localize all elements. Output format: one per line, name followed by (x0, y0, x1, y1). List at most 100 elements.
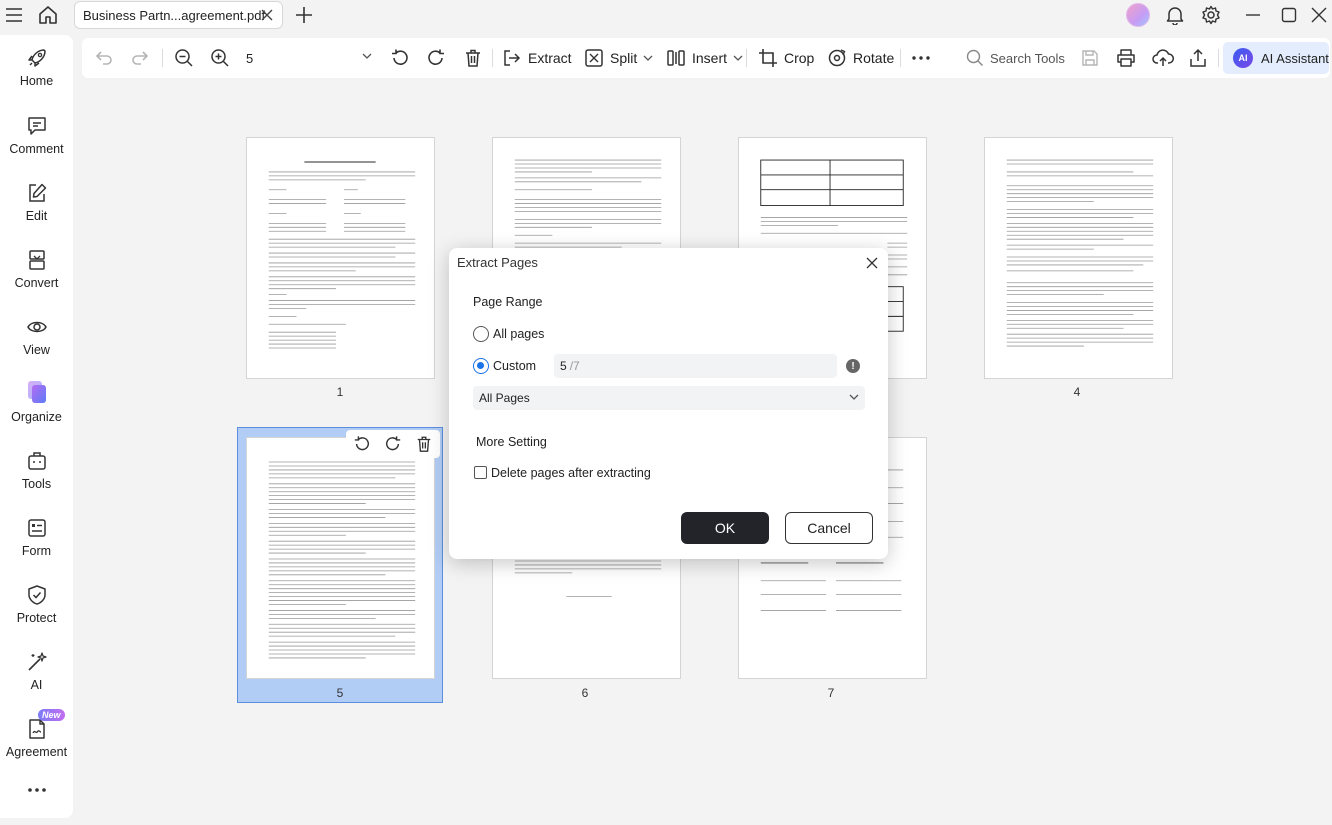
sidebar-item-convert[interactable]: Convert (0, 249, 73, 290)
page-number-label: 7 (827, 686, 835, 700)
edit-icon (28, 183, 46, 202)
zoom-in-icon (211, 49, 229, 67)
cloud-upload-button[interactable] (1152, 38, 1174, 78)
rotate-icon (828, 49, 846, 67)
rotate-right-icon (428, 49, 444, 65)
close-window-icon[interactable] (1307, 3, 1331, 27)
page-rotate-right-button[interactable] (384, 435, 402, 453)
page-range-heading: Page Range (473, 295, 543, 309)
sidebar-item-label: Tools (21, 477, 52, 491)
home-icon[interactable] (36, 3, 60, 27)
sidebar-item-protect[interactable]: Protect (0, 584, 73, 625)
page-actions-toolbar (346, 430, 440, 458)
undo-button[interactable] (94, 38, 114, 78)
ai-logo-icon: AI (1233, 48, 1253, 68)
notification-bell-icon[interactable] (1163, 3, 1187, 27)
sidebar-item-view[interactable]: View (0, 316, 73, 357)
crop-button[interactable]: Crop (758, 38, 814, 78)
document-tab-title: Business Partn...agreement.pdf (83, 7, 266, 23)
toolbar-divider (746, 49, 747, 67)
chevron-down-icon (643, 55, 653, 61)
document-tab[interactable]: Business Partn...agreement.pdf (74, 1, 283, 29)
all-pages-radio[interactable] (473, 326, 489, 342)
sidebar-item-edit[interactable]: Edit (0, 182, 73, 223)
insert-button[interactable]: Insert (666, 38, 743, 78)
extract-button[interactable]: Extract (502, 38, 572, 78)
view-icon (26, 321, 47, 333)
save-button[interactable] (1080, 38, 1100, 78)
crop-icon (759, 49, 777, 67)
sidebar-item-comment[interactable]: Comment (0, 115, 73, 156)
sidebar-item-label: Comment (9, 142, 64, 156)
sidebar-item-home[interactable]: Home (0, 47, 73, 88)
page-total-label: /7 (569, 359, 580, 373)
toolbar-divider (1218, 49, 1219, 67)
dialog-title: Extract Pages (457, 255, 538, 270)
custom-range-input[interactable]: 5 /7 (554, 354, 837, 378)
user-avatar[interactable] (1126, 3, 1150, 27)
page-number-label: 4 (1073, 385, 1081, 399)
page-content-preview (268, 161, 416, 349)
print-button[interactable] (1116, 38, 1136, 78)
print-icon (1117, 49, 1135, 67)
page-subset-select[interactable]: All Pages (473, 386, 865, 410)
search-tools-input[interactable]: Search Tools (966, 38, 1065, 78)
sidebar-item-organize[interactable]: Organize (0, 379, 73, 424)
sidebar-more-button[interactable] (0, 787, 73, 798)
sidebar-item-label: View (23, 343, 50, 357)
rotate-left-button[interactable] (390, 38, 410, 78)
maximize-icon[interactable] (1277, 3, 1301, 27)
sidebar-item-agreement[interactable]: New Agreement (0, 709, 73, 759)
sidebar-item-label: Home (19, 74, 54, 88)
ok-button[interactable]: OK (681, 512, 769, 544)
sidebar-item-ai[interactable]: AI (0, 651, 73, 692)
zoom-in-button[interactable] (210, 38, 230, 78)
custom-range-radio[interactable] (473, 358, 489, 374)
page-number-label: 1 (336, 385, 344, 399)
page-rotate-left-button[interactable] (353, 435, 371, 453)
redo-button[interactable] (130, 38, 150, 78)
rotate-right-icon (385, 436, 401, 451)
extract-label: Extract (528, 50, 572, 66)
rotate-left-icon (392, 49, 408, 65)
form-icon (27, 519, 46, 537)
rotate-right-button[interactable] (426, 38, 446, 78)
cloud-upload-icon (1152, 49, 1174, 66)
sidebar-item-form[interactable]: Form (0, 517, 73, 558)
split-label: Split (610, 50, 638, 66)
undo-icon (95, 51, 112, 65)
page-thumbnail-selected[interactable] (246, 437, 435, 679)
new-tab-plus-icon[interactable] (292, 3, 316, 27)
ai-assistant-button[interactable]: AI AI Assistant (1223, 42, 1329, 74)
page-number-select[interactable]: 5 (240, 45, 378, 71)
page-thumbnail[interactable] (984, 137, 1173, 379)
rotate-button[interactable]: Rotate (827, 38, 894, 78)
extract-pages-dialog: Extract Pages Page Range All pages Custo… (449, 248, 888, 559)
more-setting-heading: More Setting (476, 435, 547, 449)
page-number-value: 5 (246, 50, 254, 66)
extract-icon (504, 50, 521, 66)
close-tab-icon[interactable] (260, 8, 274, 22)
sidebar-item-label: Convert (14, 276, 59, 290)
dialog-close-button[interactable] (866, 257, 878, 269)
custom-label: Custom (493, 359, 537, 373)
page-thumbnail[interactable] (246, 137, 435, 379)
delete-after-extract-checkbox[interactable] (474, 466, 487, 479)
delete-button[interactable] (463, 38, 483, 78)
insert-icon (667, 50, 685, 66)
cancel-button[interactable]: Cancel (785, 512, 873, 544)
page-number-label: 5 (336, 686, 344, 700)
hamburger-menu-icon[interactable] (2, 3, 26, 27)
split-button[interactable]: Split (584, 38, 653, 78)
more-tools-button[interactable] (911, 38, 931, 78)
sidebar-item-tools[interactable]: Tools (0, 450, 73, 491)
page-delete-button[interactable] (415, 435, 433, 453)
shield-icon (27, 585, 46, 605)
organize-icon (27, 381, 46, 403)
share-button[interactable] (1188, 38, 1208, 78)
minimize-icon[interactable] (1241, 3, 1265, 27)
info-icon[interactable]: ! (846, 359, 860, 373)
magic-wand-icon (27, 652, 47, 671)
settings-gear-icon[interactable] (1199, 3, 1223, 27)
zoom-out-button[interactable] (174, 38, 194, 78)
